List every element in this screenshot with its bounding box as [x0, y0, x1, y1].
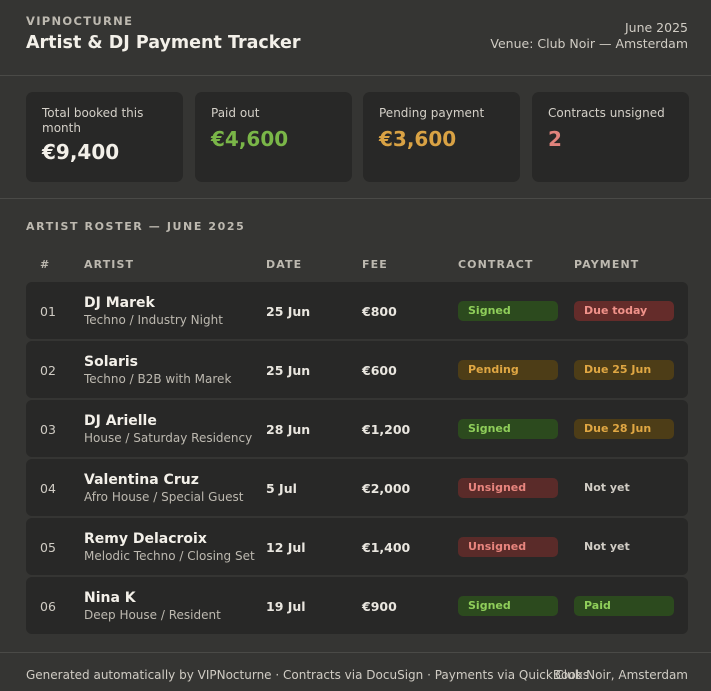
- booking-fee: €1,200: [362, 422, 411, 437]
- artist-genre: Techno / B2B with Marek: [84, 372, 232, 386]
- row-number: 04: [40, 481, 56, 496]
- stat-card-contracts-unsigned: Contracts unsigned 2: [532, 92, 689, 182]
- column-header-date: DATE: [266, 258, 303, 271]
- contract-status-badge[interactable]: Signed: [458, 301, 558, 321]
- section-divider: [0, 198, 711, 199]
- stats-row: Total booked this month €9,400 Paid out …: [26, 92, 689, 182]
- artist-genre: Deep House / Resident: [84, 608, 221, 622]
- payment-status-text: Not yet: [584, 540, 630, 553]
- artist-name: DJ Marek: [84, 295, 155, 311]
- footer-credits: Generated automatically by VIPNocturne ·…: [26, 668, 589, 682]
- artist-genre: Melodic Techno / Closing Set: [84, 549, 255, 563]
- booking-fee: €1,400: [362, 540, 411, 555]
- header: VIPNOCTURNE Artist & DJ Payment Tracker …: [0, 0, 711, 76]
- artist-genre: House / Saturday Residency: [84, 431, 253, 445]
- payment-status-badge[interactable]: Due 28 Jun: [574, 419, 674, 439]
- column-header-number: #: [40, 258, 51, 271]
- stat-label: Paid out: [211, 106, 260, 120]
- row-number: 02: [40, 363, 56, 378]
- artist-name: Remy Delacroix: [84, 531, 207, 547]
- stat-value: €3,600: [379, 127, 457, 151]
- footer-location: Club Noir, Amsterdam: [555, 668, 688, 682]
- booking-date: 28 Jun: [266, 422, 311, 437]
- contract-status-badge[interactable]: Signed: [458, 596, 558, 616]
- booking-fee: €600: [362, 363, 397, 378]
- booking-fee: €900: [362, 599, 397, 614]
- contract-status-badge[interactable]: Unsigned: [458, 478, 558, 498]
- artist-genre: Techno / Industry Night: [84, 313, 223, 327]
- table-row[interactable]: 03 DJ Arielle House / Saturday Residency…: [26, 400, 688, 457]
- contract-status-badge[interactable]: Unsigned: [458, 537, 558, 557]
- column-header-contract: CONTRACT: [458, 258, 534, 271]
- page-title: Artist & DJ Payment Tracker: [26, 33, 301, 53]
- stat-value: €4,600: [211, 127, 289, 151]
- booking-date: 25 Jun: [266, 363, 311, 378]
- roster-title: ARTIST ROSTER — JUNE 2025: [26, 220, 246, 233]
- table-row[interactable]: 02 Solaris Techno / B2B with Marek 25 Ju…: [26, 341, 688, 398]
- footer: Generated automatically by VIPNocturne ·…: [0, 652, 711, 691]
- payment-status-badge[interactable]: Due today: [574, 301, 674, 321]
- table-row[interactable]: 06 Nina K Deep House / Resident 19 Jul €…: [26, 577, 688, 634]
- column-header-payment: PAYMENT: [574, 258, 640, 271]
- booking-date: 19 Jul: [266, 599, 306, 614]
- booking-fee: €2,000: [362, 481, 411, 496]
- booking-fee: €800: [362, 304, 397, 319]
- stat-card-paid-out: Paid out €4,600: [195, 92, 352, 182]
- artist-genre: Afro House / Special Guest: [84, 490, 244, 504]
- stat-label: Pending payment: [379, 106, 485, 120]
- brand-name: VIPNOCTURNE: [26, 14, 134, 28]
- period-label: June 2025: [624, 20, 688, 35]
- booking-date: 25 Jun: [266, 304, 311, 319]
- row-number: 06: [40, 599, 56, 614]
- payment-status-text: Not yet: [584, 481, 630, 494]
- payment-status-badge[interactable]: Due 25 Jun: [574, 360, 674, 380]
- stat-card-pending-payment: Pending payment €3,600: [363, 92, 520, 182]
- booking-date: 12 Jul: [266, 540, 306, 555]
- column-header-fee: FEE: [362, 258, 388, 271]
- row-number: 01: [40, 304, 56, 319]
- artist-name: Valentina Cruz: [84, 472, 199, 488]
- table-row[interactable]: 05 Remy Delacroix Melodic Techno / Closi…: [26, 518, 688, 575]
- payment-status-badge[interactable]: Paid: [574, 596, 674, 616]
- artist-name: Nina K: [84, 590, 136, 606]
- stat-label: Contracts unsigned: [548, 106, 665, 120]
- venue-label: Venue: Club Noir — Amsterdam: [490, 36, 688, 51]
- artist-name: DJ Arielle: [84, 413, 157, 429]
- column-header-artist: ARTIST: [84, 258, 135, 271]
- artist-name: Solaris: [84, 354, 138, 370]
- contract-status-badge[interactable]: Signed: [458, 419, 558, 439]
- row-number: 03: [40, 422, 56, 437]
- row-number: 05: [40, 540, 56, 555]
- stat-value: 2: [548, 127, 562, 151]
- stat-value: €9,400: [42, 140, 120, 164]
- contract-status-badge[interactable]: Pending: [458, 360, 558, 380]
- booking-date: 5 Jul: [266, 481, 297, 496]
- table-row[interactable]: 01 DJ Marek Techno / Industry Night 25 J…: [26, 282, 688, 339]
- stat-card-total-booked: Total booked this month €9,400: [26, 92, 183, 182]
- table-row[interactable]: 04 Valentina Cruz Afro House / Special G…: [26, 459, 688, 516]
- stat-label: Total booked this month: [42, 106, 144, 135]
- header-meta: June 2025 Venue: Club Noir — Amsterdam: [490, 20, 688, 52]
